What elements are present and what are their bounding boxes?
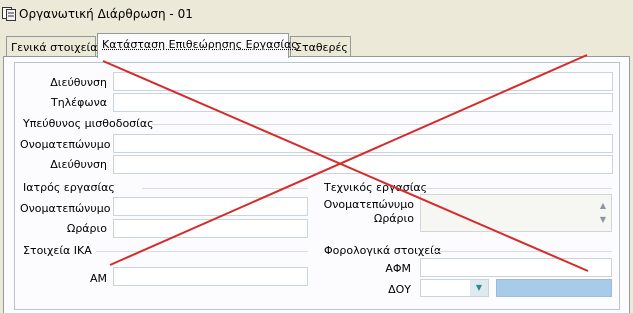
am-label: ΑΜ: [89, 272, 107, 285]
doctor-hours-label: Ωράριο: [66, 222, 107, 235]
group-divider: [152, 124, 612, 125]
ika-heading: Στοιχεία ΙΚΑ: [23, 244, 92, 257]
doctor-heading: Ιατρός εργασίας: [23, 181, 115, 194]
doy-combobox[interactable]: ▼: [420, 279, 489, 297]
phones-label: Τηλέφωνα: [50, 96, 107, 109]
tab-work-inspection[interactable]: Κατάσταση Επιθεώρησης Εργασίας: [97, 33, 298, 58]
payroll-heading: Υπεύθυνος μισθοδοσίας: [23, 117, 154, 130]
payroll-name-label: Ονοματεπώνυμο: [20, 138, 111, 151]
technician-hours-label: Ωράριο: [373, 212, 414, 225]
afm-label: ΑΦΜ: [385, 262, 411, 275]
app-icon: [2, 7, 16, 21]
tab-work-inspection-label: Κατάσταση Επιθεώρησης Εργασίας: [102, 38, 298, 51]
tab-constants-label: Σταθερές: [295, 41, 348, 54]
group-divider: [434, 251, 612, 252]
tab-constants[interactable]: Σταθερές: [290, 36, 351, 58]
technician-name-label: Ονοματεπώνυμο: [323, 198, 414, 211]
doy-description-field: [496, 279, 612, 297]
scroll-up-icon[interactable]: ▲: [597, 201, 609, 211]
doctor-name-label: Ονοματεπώνυμο: [20, 202, 111, 215]
payroll-name-field[interactable]: [113, 134, 613, 153]
tab-general-label: Γενικά στοιχεία: [11, 41, 98, 54]
technician-heading: Τεχνικός εργασίας: [324, 181, 428, 194]
group-divider: [422, 188, 612, 189]
window-title: Οργανωτική Διάρθρωση - 01: [19, 7, 193, 21]
scroll-down-icon[interactable]: ▼: [597, 215, 609, 225]
chevron-down-icon[interactable]: ▼: [470, 280, 488, 296]
title-bar: Οργανωτική Διάρθρωση - 01: [0, 0, 633, 30]
group-divider: [96, 251, 308, 252]
tax-heading: Φορολογικά στοιχεία: [324, 244, 442, 257]
tab-general[interactable]: Γενικά στοιχεία: [6, 36, 98, 58]
group-divider: [142, 188, 308, 189]
technician-memo[interactable]: ▲ ▼: [420, 194, 612, 232]
phones-field[interactable]: [113, 93, 613, 112]
address-field[interactable]: [113, 72, 613, 91]
doctor-name-field[interactable]: [113, 197, 308, 216]
payroll-address-label: Διεύθυνση: [50, 158, 107, 171]
afm-field[interactable]: [420, 258, 612, 277]
doy-label: ΔΟΥ: [388, 283, 411, 296]
doctor-hours-field[interactable]: [113, 219, 308, 238]
payroll-address-field[interactable]: [113, 155, 613, 174]
am-field[interactable]: [113, 267, 308, 286]
address-label: Διεύθυνση: [50, 76, 107, 89]
